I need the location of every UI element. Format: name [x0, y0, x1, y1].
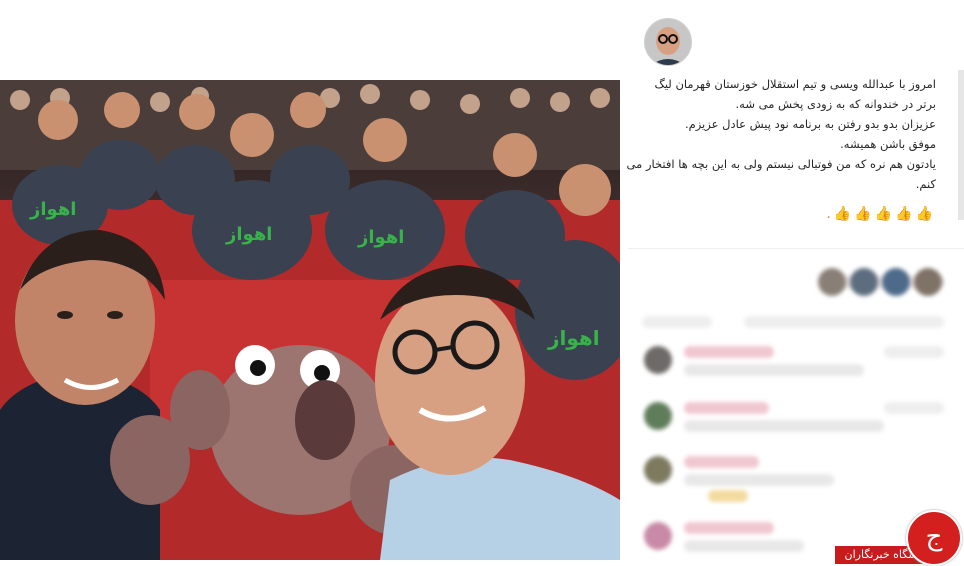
shirt-text: اهواز	[547, 326, 600, 350]
profile-picture-icon	[645, 19, 691, 65]
comment-row-blurred	[628, 452, 964, 502]
shirt-text: اهواز	[29, 199, 76, 220]
caption-line: برتر در خندوانه که به زودی پخش می شه.	[735, 97, 936, 111]
post-caption: امروز با عبدالله ویسی و تیم استقلال خوزس…	[626, 74, 936, 194]
comments-panel: امروز با عبدالله ویسی و تیم استقلال خوزس…	[626, 0, 964, 566]
caption-line: موفق باشن همیشه.	[840, 137, 936, 151]
divider	[628, 248, 964, 249]
caption-line: امروز با عبدالله ویسی و تیم استقلال خوزس…	[654, 77, 936, 91]
shirt-text: اهواز	[225, 224, 272, 245]
caption-scrollbar[interactable]	[958, 70, 964, 220]
comment-row-blurred	[628, 398, 964, 438]
avatar[interactable]	[644, 18, 692, 66]
caption-line: یادتون هم نره که من فوتبالی نیستم ولی به…	[626, 157, 936, 171]
selfie-illustration: اهواز اهواز اهواز اهواز	[0, 80, 620, 560]
likes-row-blurred	[628, 262, 964, 302]
emoji-line: 👍👍👍👍👍.	[826, 206, 936, 222]
post-photo: اهواز اهواز اهواز اهواز	[0, 80, 620, 560]
news-agency-logo-icon: ج	[906, 510, 962, 566]
watermark-logo: باشگاه خبرنگاران ج	[814, 510, 964, 566]
stats-row-blurred	[628, 304, 964, 344]
comment-row-blurred	[628, 342, 964, 382]
shirt-text: اهواز	[357, 227, 404, 248]
caption-line: عزیزان بدو بدو رفتن به برنامه نود پیش عا…	[684, 117, 936, 131]
caption-line: کنم.	[915, 177, 936, 191]
